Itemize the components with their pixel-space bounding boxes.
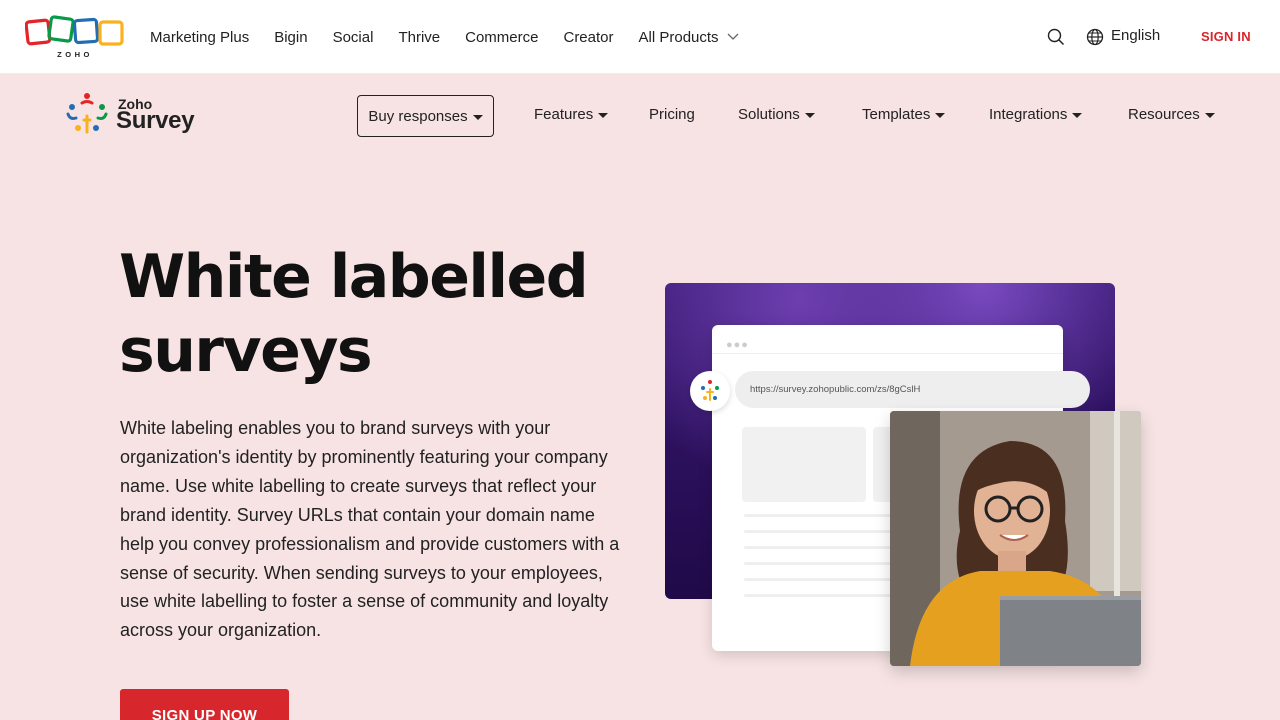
chevron-down-icon [727,33,739,40]
page-title: White labelled surveys [119,240,639,388]
brand-main-text: Survey [116,107,195,134]
window-dots-icon: ●●● [726,339,749,351]
nav-link-bigin[interactable]: Bigin [274,29,307,46]
nav-pricing[interactable]: Pricing [649,106,695,123]
nav-link-commerce[interactable]: Commerce [465,29,538,46]
nav-pricing-label: Pricing [649,106,695,123]
placeholder-line [744,578,894,581]
placeholder-line [744,594,894,597]
nav-resources[interactable]: Resources [1128,106,1215,123]
browser-divider [712,353,1063,354]
caret-down-icon [472,114,483,120]
caret-down-icon [935,113,946,118]
caret-down-icon [598,113,609,118]
placeholder-line [744,514,894,517]
survey-logo-icon [701,380,719,401]
nav-features-label: Features [534,106,594,123]
buy-responses-label: Buy responses [368,107,468,125]
search-icon[interactable] [1047,28,1065,46]
placeholder-line [744,530,894,533]
nav-templates[interactable]: Templates [862,106,946,123]
placeholder-line [744,546,894,549]
survey-logo-icon [66,93,108,134]
caret-down-icon [804,113,815,118]
product-nav: Zoho Survey Buy responses Features Prici… [0,74,1280,158]
url-brand-icon [690,371,730,411]
globe-icon[interactable] [1086,28,1104,46]
nav-resources-label: Resources [1128,106,1200,123]
survey-url-text: https://survey.zohopublic.com/zs/8gCslH [750,384,921,395]
global-nav: ZOHO Marketing Plus Bigin Social Thrive … [0,0,1280,74]
nav-link-thrive[interactable]: Thrive [398,29,440,46]
placeholder-line [744,562,894,565]
sign-in-link[interactable]: SIGN IN [1201,29,1251,44]
nav-features[interactable]: Features [534,106,609,123]
product-links: Marketing Plus Bigin Social Thrive Comme… [150,0,764,74]
all-products-dropdown[interactable]: All Products [639,29,739,46]
nav-link-creator[interactable]: Creator [563,29,613,46]
zoho-logo-text: ZOHO [57,50,93,59]
all-products-label: All Products [638,28,719,46]
zoho-logo[interactable]: ZOHO [25,15,125,59]
photo-illustration [890,411,1141,666]
nav-solutions[interactable]: Solutions [738,106,815,123]
nav-solutions-label: Solutions [738,106,800,123]
nav-templates-label: Templates [862,106,931,123]
nav-integrations[interactable]: Integrations [989,106,1083,123]
nav-integrations-label: Integrations [989,106,1068,123]
sign-up-button[interactable]: SIGN UP NOW [120,689,289,720]
woman-with-laptop-photo [890,411,1141,666]
caret-down-icon [1204,113,1215,118]
url-bar: https://survey.zohopublic.com/zs/8gCslH [735,371,1090,408]
nav-link-marketing-plus[interactable]: Marketing Plus [150,29,249,46]
buy-responses-button[interactable]: Buy responses [357,95,494,137]
title-line-1: White labelled [119,242,589,312]
placeholder-card [742,427,866,502]
hero-description: White labeling enables you to brand surv… [120,418,620,641]
title-line-2: surveys [119,316,373,386]
zoho-survey-logo[interactable]: Zoho Survey [64,90,204,138]
caret-down-icon [1072,113,1083,118]
nav-link-social[interactable]: Social [333,29,374,46]
language-selector[interactable]: English [1111,27,1160,44]
